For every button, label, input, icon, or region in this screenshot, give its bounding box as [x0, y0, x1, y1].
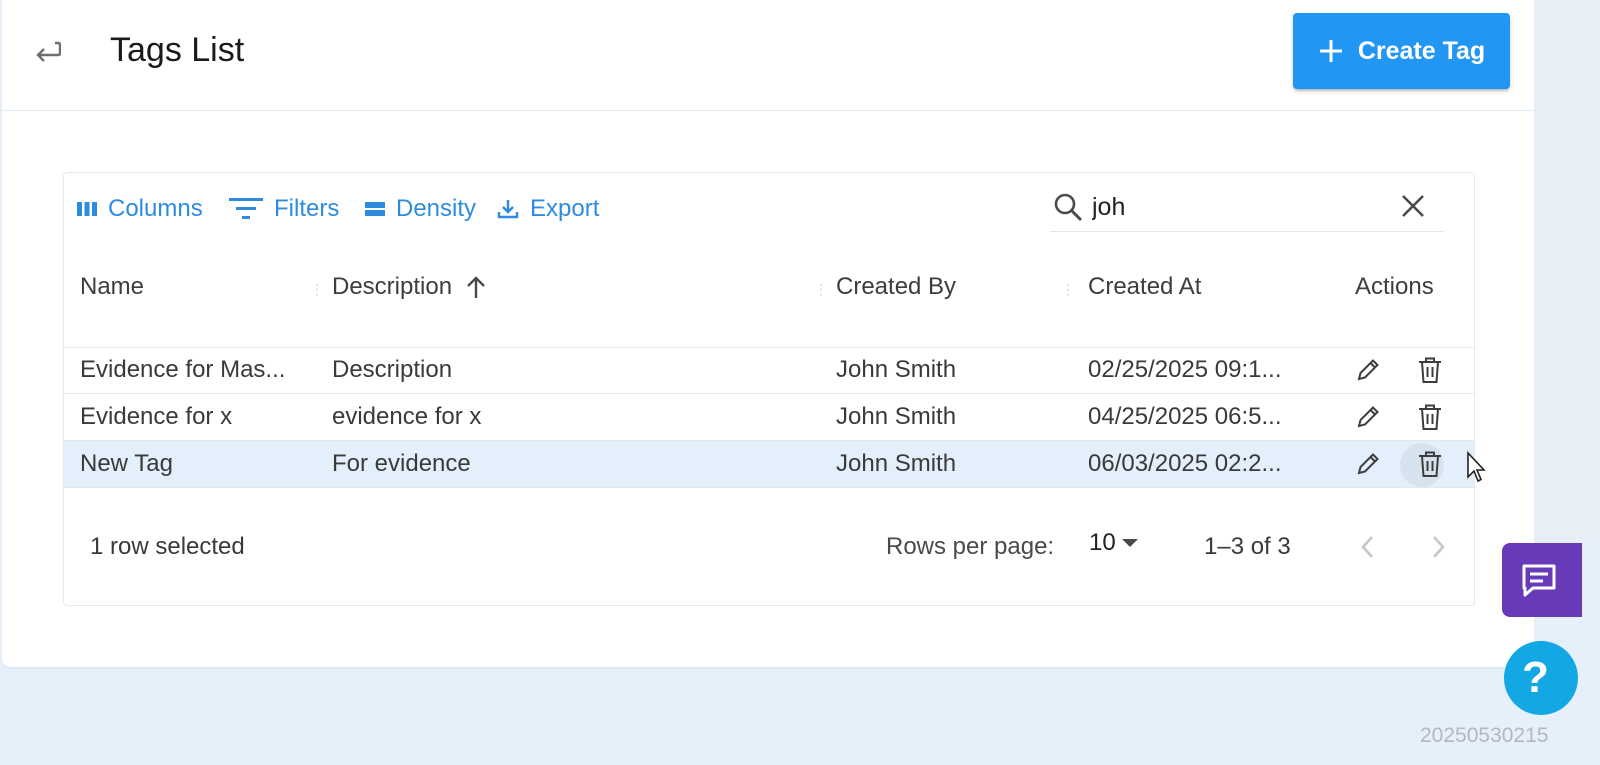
trash-icon [1419, 357, 1441, 383]
sort-ascending-icon[interactable] [464, 274, 488, 300]
export-label: Export [530, 195, 600, 222]
mouse-cursor-icon [1467, 451, 1486, 483]
pagination-range: 1–3 of 3 [1204, 533, 1291, 560]
columns-icon [77, 202, 97, 216]
edit-button[interactable] [1352, 448, 1384, 480]
cell-description: evidence for x [332, 403, 482, 430]
close-icon[interactable] [1400, 193, 1426, 219]
chevron-left-icon [1361, 536, 1373, 558]
quick-search [1050, 185, 1444, 232]
column-header-actions-label: Actions [1355, 273, 1434, 300]
back-arrow-icon [36, 41, 61, 62]
columns-label: Columns [108, 195, 203, 222]
tags-list-card: Tags List Create Tag Columns Filters Den… [2, 0, 1534, 667]
column-header-actions: Actions [1355, 273, 1434, 301]
column-separator[interactable]: ⋮ [814, 281, 828, 297]
download-icon [497, 200, 519, 219]
tags-data-grid: Columns Filters Density Export joh Name … [63, 172, 1475, 606]
cell-created-at: 02/25/2025 09:1... [1088, 356, 1282, 383]
timestamp-watermark: 20250530215 [1420, 724, 1549, 747]
rows-per-page-label: Rows per page: [886, 533, 1055, 560]
cell-created-by: John Smith [836, 450, 957, 477]
density-button[interactable]: Density [364, 191, 476, 227]
column-header-created-at-label: Created At [1088, 273, 1202, 300]
page-header: Tags List Create Tag [2, 0, 1534, 111]
question-mark-icon: ? [1522, 653, 1549, 702]
edit-button[interactable] [1352, 354, 1384, 386]
pencil-icon [1357, 359, 1379, 381]
column-header-created-at[interactable]: Created At [1088, 273, 1201, 301]
column-separator[interactable]: ⋮ [1061, 281, 1075, 297]
page-title: Tags List [110, 31, 245, 69]
pencil-icon [1357, 453, 1379, 475]
table-row[interactable]: Evidence for x evidence for x John Smith… [64, 394, 1474, 441]
table-row[interactable]: Evidence for Mas... Description John Smi… [64, 347, 1474, 394]
column-header-name-label: Name [80, 273, 145, 300]
column-header-description[interactable]: Description [332, 273, 488, 301]
cell-created-by: John Smith [836, 403, 957, 430]
delete-button[interactable] [1414, 448, 1446, 480]
column-header-row: Name ⋮ Description ⋮ Created By ⋮ Create… [64, 233, 1474, 348]
cell-name: New Tag [80, 450, 173, 477]
trash-icon [1419, 451, 1441, 477]
help-button[interactable]: ? [1504, 641, 1578, 715]
trash-icon [1419, 404, 1441, 430]
delete-button[interactable] [1414, 354, 1446, 386]
chevron-right-icon [1433, 536, 1445, 558]
delete-button[interactable] [1414, 401, 1446, 433]
cell-name: Evidence for Mas... [80, 356, 286, 383]
cell-description: For evidence [332, 450, 471, 477]
column-header-name[interactable]: Name [80, 273, 144, 301]
column-header-created-by-label: Created By [836, 273, 957, 300]
cell-created-at: 06/03/2025 02:2... [1088, 450, 1282, 477]
rows-per-page-value: 10 [1089, 529, 1116, 556]
cell-created-by: John Smith [836, 356, 957, 383]
caret-down-icon [1121, 539, 1138, 547]
filter-icon [229, 198, 263, 219]
filters-button[interactable]: Filters [228, 191, 339, 227]
pencil-icon [1357, 406, 1379, 428]
cell-description: Description [332, 356, 453, 383]
column-header-description-label: Description [332, 273, 453, 300]
cell-created-at: 04/25/2025 06:5... [1088, 403, 1282, 430]
right-background-strip [1536, 0, 1600, 540]
density-label: Density [396, 195, 477, 222]
back-button[interactable] [24, 28, 68, 72]
columns-button[interactable]: Columns [76, 191, 203, 227]
chat-button[interactable] [1502, 543, 1582, 617]
table-row-selected[interactable]: New Tag For evidence John Smith 06/03/20… [64, 441, 1474, 488]
rows-per-page-select[interactable]: 10 [1089, 529, 1140, 557]
chat-icon [1522, 564, 1556, 597]
filters-label: Filters [274, 195, 340, 222]
selection-count: 1 row selected [90, 533, 245, 560]
cell-name: Evidence for x [80, 403, 233, 430]
column-header-created-by[interactable]: Created By [836, 273, 956, 301]
create-tag-button[interactable]: Create Tag [1293, 13, 1510, 89]
create-tag-label: Create Tag [1357, 36, 1486, 65]
column-separator[interactable]: ⋮ [310, 281, 324, 297]
plus-icon [1319, 40, 1342, 62]
export-button[interactable]: Export [496, 191, 599, 227]
density-icon [365, 202, 385, 216]
edit-button[interactable] [1352, 401, 1384, 433]
search-icon [1054, 193, 1083, 222]
previous-page-button[interactable] [1350, 529, 1386, 565]
search-input[interactable] [1092, 189, 1382, 225]
next-page-button[interactable] [1420, 529, 1456, 565]
